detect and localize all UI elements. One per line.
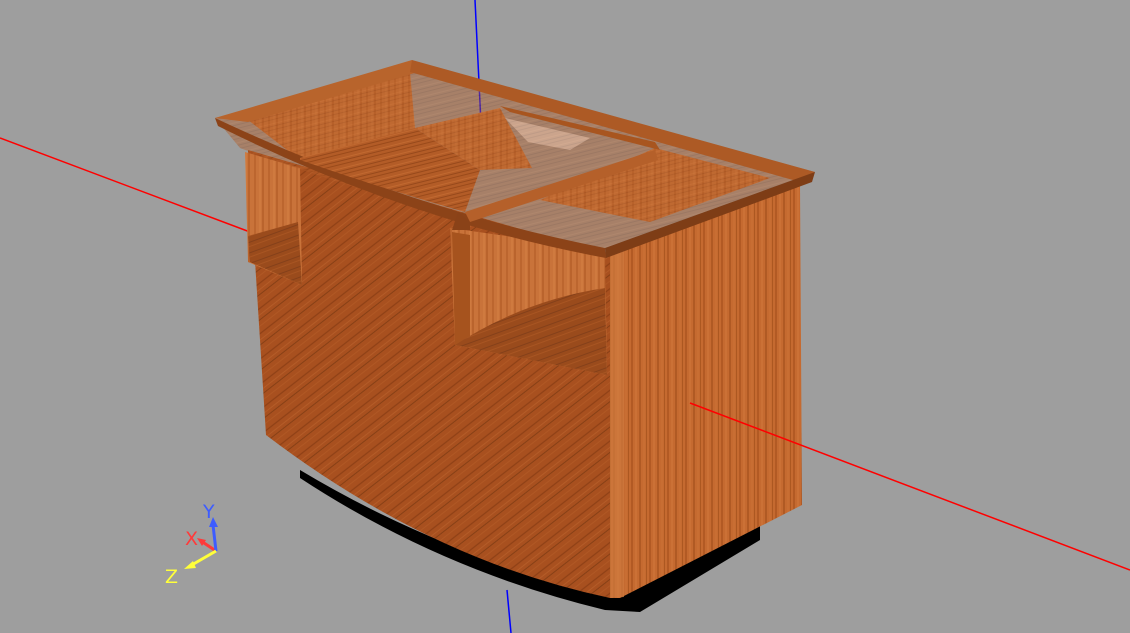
- 3d-scene[interactable]: X Y Z: [0, 0, 1130, 633]
- 3d-viewport[interactable]: X Y Z: [0, 0, 1130, 633]
- triad-y-axis: [211, 524, 218, 552]
- right-side-panel: [610, 185, 802, 598]
- triad-z-label: Z: [165, 566, 178, 588]
- scene-y-axis-bottom: [506, 589, 512, 633]
- triad-y-label: Y: [202, 501, 215, 523]
- reception-desk-model[interactable]: [215, 60, 815, 612]
- orientation-triad[interactable]: X Y Z: [165, 501, 218, 588]
- triad-x-label: X: [185, 528, 198, 550]
- scene-x-axis-left: [0, 137, 251, 233]
